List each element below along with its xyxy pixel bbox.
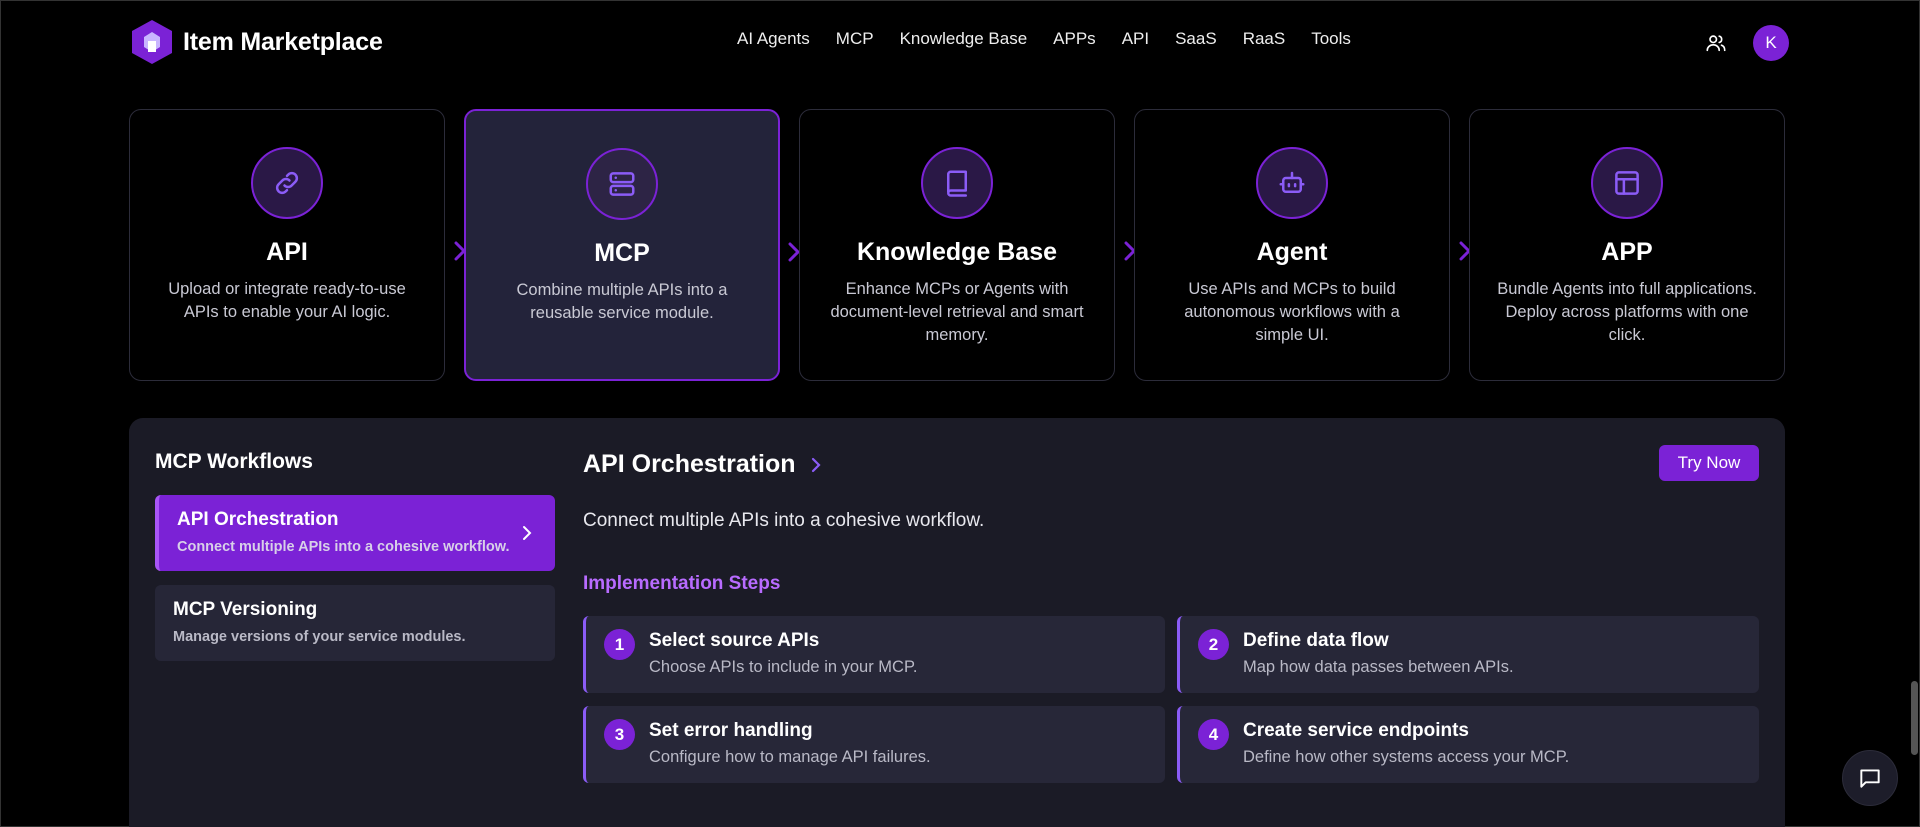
steps-heading: Implementation Steps: [583, 573, 781, 594]
card-desc: Enhance MCPs or Agents with document-lev…: [830, 280, 1084, 344]
feature-cards: API Upload or integrate ready-to-use API…: [129, 109, 1785, 381]
scrollbar-track[interactable]: [1907, 83, 1919, 827]
card-knowledge-base[interactable]: Knowledge Base Enhance MCPs or Agents wi…: [799, 109, 1137, 381]
step-card-4: 4 Create service endpoints Define how ot…: [1177, 706, 1759, 783]
card-icon-wrap: [251, 147, 323, 219]
step-card-1: 1 Select source APIs Choose APIs to incl…: [583, 616, 1165, 693]
workflows-title: MCP Workflows: [155, 450, 313, 473]
chat-button[interactable]: [1842, 750, 1898, 806]
workflow-item-mcp-versioning[interactable]: MCP Versioning Manage versions of your s…: [155, 585, 555, 661]
robot-icon: [1279, 171, 1305, 193]
nav-apps[interactable]: APPs: [1053, 29, 1096, 49]
top-header: Item Marketplace AI Agents MCP Knowledge…: [1, 1, 1919, 83]
workflow-item-title: MCP Versioning: [173, 599, 318, 620]
step-desc: Define how other systems access your MCP…: [1243, 748, 1570, 766]
chevron-right-icon: [523, 526, 532, 540]
step-desc: Map how data passes between APIs.: [1243, 658, 1514, 676]
workflow-item-title: API Orchestration: [177, 509, 339, 530]
users-icon[interactable]: [1705, 32, 1727, 54]
card-title: Agent: [1256, 238, 1328, 266]
chevron-right-icon: [811, 457, 821, 472]
card-icon-wrap: [921, 147, 993, 219]
card-api[interactable]: API Upload or integrate ready-to-use API…: [129, 109, 467, 381]
step-number: 1: [604, 629, 635, 660]
step-title: Select source APIs: [649, 630, 820, 651]
step-desc: Configure how to manage API failures.: [649, 748, 931, 766]
card-mcp[interactable]: MCP Combine multiple APIs into a reusabl…: [464, 109, 801, 381]
user-avatar[interactable]: K: [1753, 25, 1789, 61]
card-desc: Use APIs and MCPs to build autonomous wo…: [1184, 280, 1400, 344]
nav-knowledge-base[interactable]: Knowledge Base: [900, 29, 1028, 49]
nav-ai-agents[interactable]: AI Agents: [737, 29, 810, 49]
step-desc: Choose APIs to include in your MCP.: [649, 658, 918, 676]
step-title: Define data flow: [1243, 630, 1389, 651]
layout-icon: [1615, 171, 1639, 195]
nav-raas[interactable]: RaaS: [1243, 29, 1286, 49]
card-desc: Upload or integrate ready-to-use APIs to…: [168, 280, 406, 321]
link-icon: [275, 171, 299, 195]
header-actions: K: [1705, 25, 1789, 61]
nav-mcp[interactable]: MCP: [836, 29, 874, 49]
card-agent[interactable]: Agent Use APIs and MCPs to build autonom…: [1134, 109, 1472, 381]
card-title: APP: [1601, 238, 1653, 266]
main-nav: AI Agents MCP Knowledge Base APPs API Sa…: [737, 29, 1377, 49]
step-card-2: 2 Define data flow Map how data passes b…: [1177, 616, 1759, 693]
nav-saas[interactable]: SaaS: [1175, 29, 1217, 49]
workflow-item-desc: Manage versions of your service modules.: [173, 629, 466, 645]
card-desc: Bundle Agents into full applications. De…: [1497, 280, 1757, 344]
card-desc: Combine multiple APIs into a reusable se…: [516, 281, 728, 322]
book-icon: [947, 170, 967, 197]
detail-title-text: API Orchestration: [583, 450, 796, 478]
step-card-3: 3 Set error handling Configure how to ma…: [583, 706, 1165, 783]
workflows-panel: MCP Workflows API Orchestration Connect …: [129, 418, 1785, 827]
page: Item Marketplace AI Agents MCP Knowledge…: [0, 0, 1920, 827]
server-icon: [609, 172, 635, 196]
detail-description: Connect multiple APIs into a cohesive wo…: [583, 510, 985, 531]
chat-bubble-icon: [1860, 769, 1880, 788]
detail-title[interactable]: API Orchestration: [583, 450, 822, 479]
scrollbar-thumb[interactable]: [1911, 681, 1918, 755]
card-icon-wrap: [1256, 147, 1328, 219]
card-title: MCP: [594, 239, 650, 267]
step-title: Create service endpoints: [1243, 720, 1469, 741]
brand-name: Item Marketplace: [183, 27, 383, 56]
nav-tools[interactable]: Tools: [1311, 29, 1351, 49]
workflow-item-desc: Connect multiple APIs into a cohesive wo…: [177, 539, 510, 555]
card-app[interactable]: APP Bundle Agents into full applications…: [1469, 109, 1785, 381]
step-number: 3: [604, 719, 635, 750]
card-title: API: [266, 238, 308, 266]
step-number: 4: [1198, 719, 1229, 750]
step-number: 2: [1198, 629, 1229, 660]
card-icon-wrap: [1591, 147, 1663, 219]
brand-logo[interactable]: Item Marketplace: [131, 19, 383, 65]
try-now-button[interactable]: Try Now: [1659, 445, 1759, 481]
hexagon-logo-icon: [132, 20, 172, 64]
nav-api[interactable]: API: [1122, 29, 1149, 49]
card-title: Knowledge Base: [856, 238, 1058, 266]
card-icon-wrap: [586, 148, 658, 220]
workflow-item-api-orchestration[interactable]: API Orchestration Connect multiple APIs …: [155, 495, 555, 571]
step-title: Set error handling: [649, 720, 813, 741]
